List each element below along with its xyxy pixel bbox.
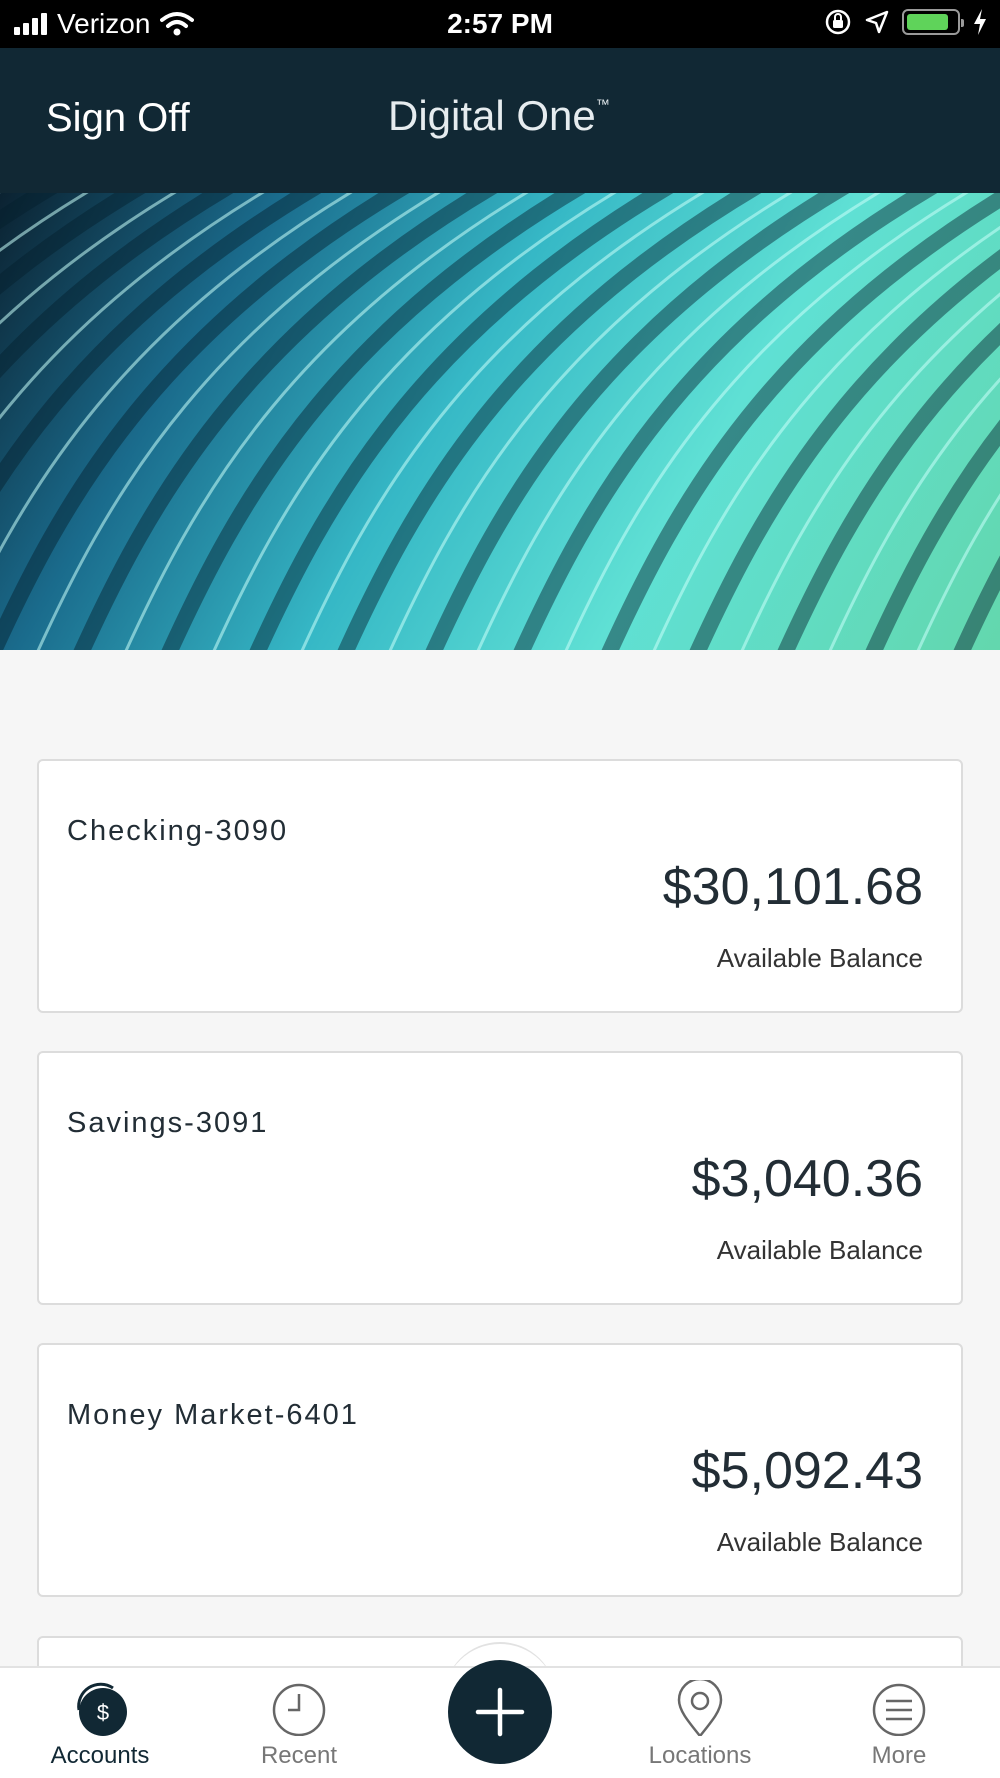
menu-icon xyxy=(872,1683,926,1736)
add-action-button[interactable] xyxy=(448,1660,552,1764)
battery-level xyxy=(907,14,948,30)
tab-locations[interactable]: Locations xyxy=(610,1680,790,1770)
account-name: Savings-3091 xyxy=(67,1107,269,1139)
wave-stripe xyxy=(0,193,322,493)
app-header: Sign Off Digital One™ xyxy=(0,48,1000,193)
account-balance: $5,092.43 xyxy=(691,1442,923,1500)
account-card-savings[interactable]: Savings-3091 $3,040.36 Available Balance xyxy=(37,1051,963,1305)
status-bar: Verizon 2:57 PM xyxy=(0,0,1000,48)
location-pin-icon xyxy=(677,1680,723,1736)
location-arrow-icon xyxy=(865,10,889,34)
sign-off-button[interactable]: Sign Off xyxy=(46,96,190,141)
wave-stripe xyxy=(865,419,1000,650)
clock-icon xyxy=(272,1683,326,1736)
svg-text:$: $ xyxy=(97,1700,109,1725)
account-balance: $3,040.36 xyxy=(691,1150,923,1208)
app-title-text: Digital One xyxy=(388,92,596,139)
accounts-dollar-icon: $ xyxy=(77,1682,127,1736)
tab-accounts[interactable]: $ Accounts xyxy=(10,1680,190,1770)
plus-icon xyxy=(475,1687,525,1737)
tab-recent[interactable]: Recent xyxy=(209,1680,389,1770)
battery-icon xyxy=(902,9,964,35)
balance-label: Available Balance xyxy=(716,943,923,973)
account-card-money-market[interactable]: Money Market-6401 $5,092.43 Available Ba… xyxy=(37,1343,963,1597)
trademark-symbol: ™ xyxy=(595,96,610,112)
app-title: Digital One™ xyxy=(388,92,610,140)
account-card-checking[interactable]: Checking-3090 $30,101.68 Available Balan… xyxy=(37,759,963,1013)
tab-label: More xyxy=(871,1742,927,1769)
account-name: Checking-3090 xyxy=(67,815,289,847)
charging-bolt-icon xyxy=(974,9,986,35)
account-name: Money Market-6401 xyxy=(67,1399,359,1431)
tab-label: Locations xyxy=(648,1742,752,1769)
balance-label: Available Balance xyxy=(716,1527,923,1557)
tab-more[interactable]: More xyxy=(809,1680,989,1770)
account-list: Checking-3090 $30,101.68 Available Balan… xyxy=(37,759,963,1635)
balance-label: Available Balance xyxy=(716,1235,923,1265)
hero-banner-image xyxy=(0,193,1000,650)
account-balance: $30,101.68 xyxy=(662,858,923,916)
status-right xyxy=(824,8,988,36)
tab-label: Recent xyxy=(260,1742,338,1769)
tab-label: Accounts xyxy=(50,1742,150,1769)
orientation-lock-icon xyxy=(825,9,851,35)
wave-pattern xyxy=(0,193,1000,650)
